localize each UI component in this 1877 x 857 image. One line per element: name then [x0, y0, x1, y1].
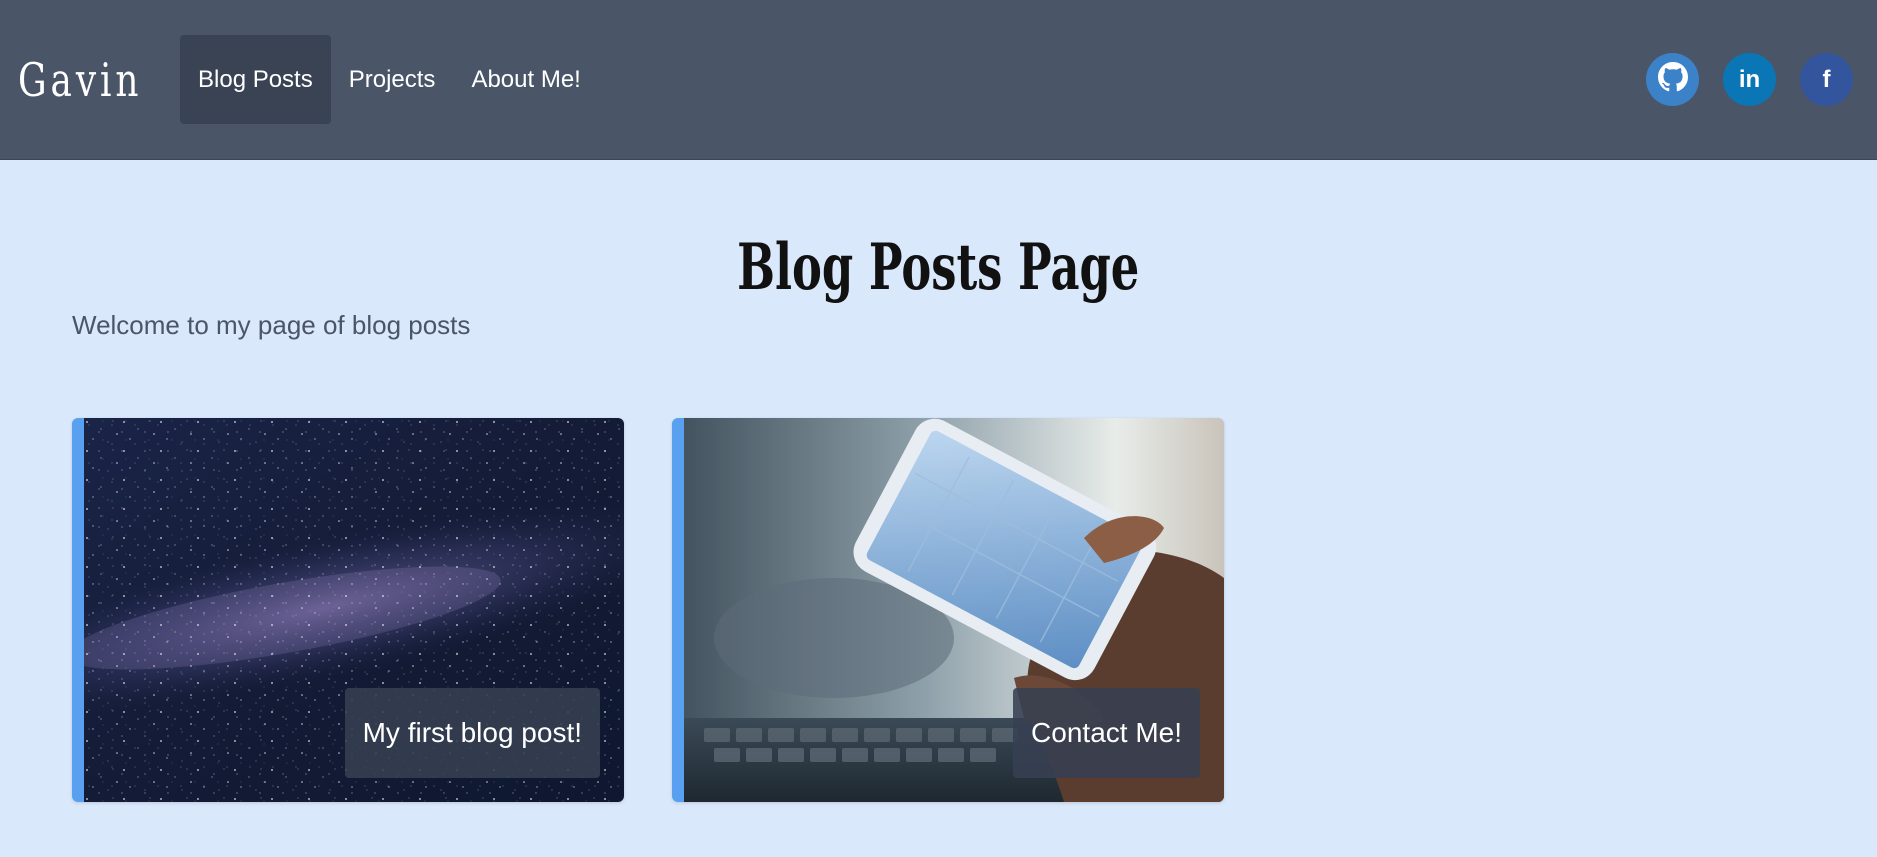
nav-link-about-me[interactable]: About Me! [453, 35, 598, 124]
navbar: Gavin Blog Posts Projects About Me! in f [0, 0, 1877, 160]
social-links: in f [1646, 53, 1853, 106]
brand-logo[interactable]: Gavin [18, 40, 142, 120]
blog-card-first-post[interactable]: My first blog post! [72, 418, 624, 802]
page-title: Blog Posts Page [0, 228, 1877, 308]
facebook-button[interactable]: f [1800, 53, 1853, 106]
blog-card-label: My first blog post! [344, 688, 600, 778]
nav-links: Blog Posts Projects About Me! [180, 35, 599, 124]
linkedin-button[interactable]: in [1723, 53, 1776, 106]
blog-card-label: Contact Me! [1013, 688, 1200, 778]
github-icon [1657, 62, 1688, 97]
facebook-icon: f [1822, 65, 1831, 93]
github-button[interactable] [1646, 53, 1699, 106]
page-subtitle: Welcome to my page of blog posts [72, 310, 471, 340]
nav-link-projects[interactable]: Projects [331, 35, 454, 124]
blog-card-contact[interactable]: Contact Me! [672, 418, 1224, 802]
linkedin-icon: in [1738, 65, 1761, 93]
nav-link-blog-posts[interactable]: Blog Posts [180, 35, 331, 124]
page-title-text: Blog Posts Page [737, 230, 1140, 305]
